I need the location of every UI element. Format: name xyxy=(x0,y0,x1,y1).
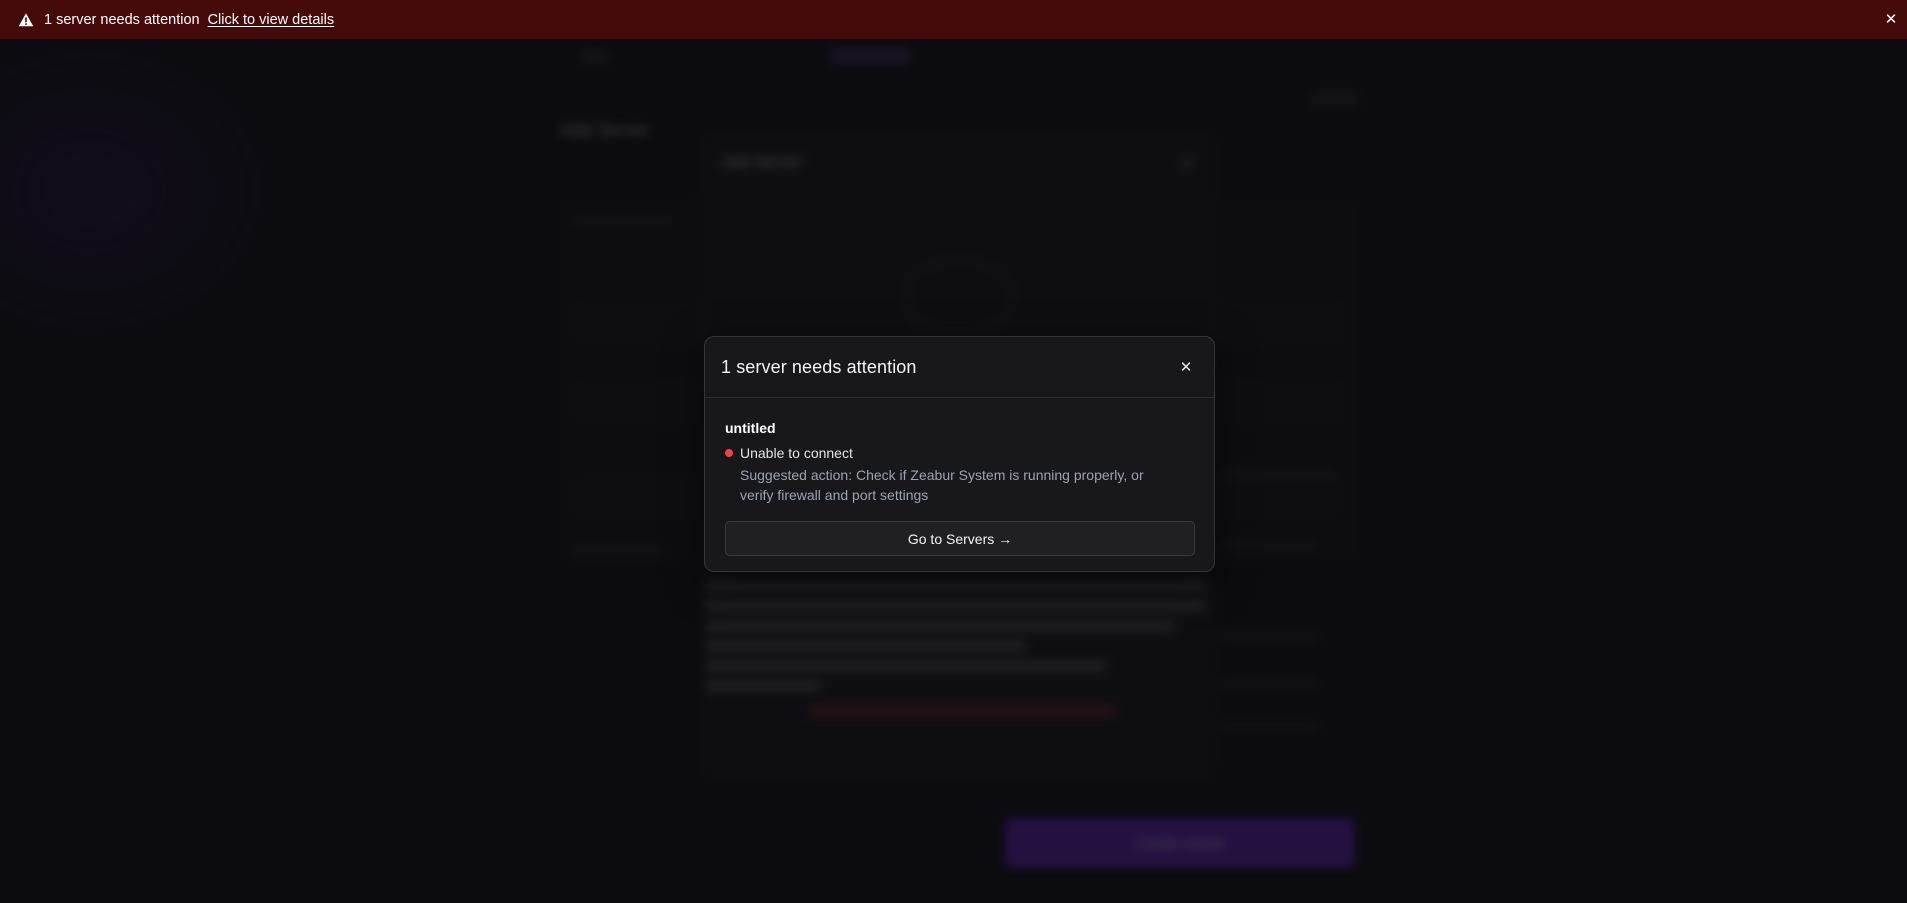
suggested-action: Suggested action: Check if Zeabur System… xyxy=(740,467,1144,503)
server-attention-dialog: 1 server needs attention ✕ untitled Unab… xyxy=(704,336,1215,572)
banner-message: 1 server needs attention xyxy=(44,11,200,28)
server-name: untitled xyxy=(725,420,776,436)
view-details-link[interactable]: Click to view details xyxy=(208,12,335,28)
alert-banner: 1 server needs attention Click to view d… xyxy=(0,0,1907,39)
dialog-title: 1 server needs attention xyxy=(721,356,917,377)
dialog-close-icon[interactable]: ✕ xyxy=(1174,355,1198,379)
dialog-header: 1 server needs attention ✕ xyxy=(705,337,1214,398)
app-root: Add Server Create server Add Server ✕ 1 … xyxy=(0,0,1907,903)
go-to-servers-button[interactable]: Go to Servers → xyxy=(725,521,1195,556)
server-status: Unable to connect xyxy=(740,445,853,461)
banner-close-icon[interactable]: ✕ xyxy=(1881,9,1901,29)
dialog-body: untitled Unable to connect Suggested act… xyxy=(705,398,1214,556)
warning-icon xyxy=(18,12,34,28)
server-status-row: Unable to connect xyxy=(725,445,1194,461)
status-dot-icon xyxy=(725,449,733,457)
